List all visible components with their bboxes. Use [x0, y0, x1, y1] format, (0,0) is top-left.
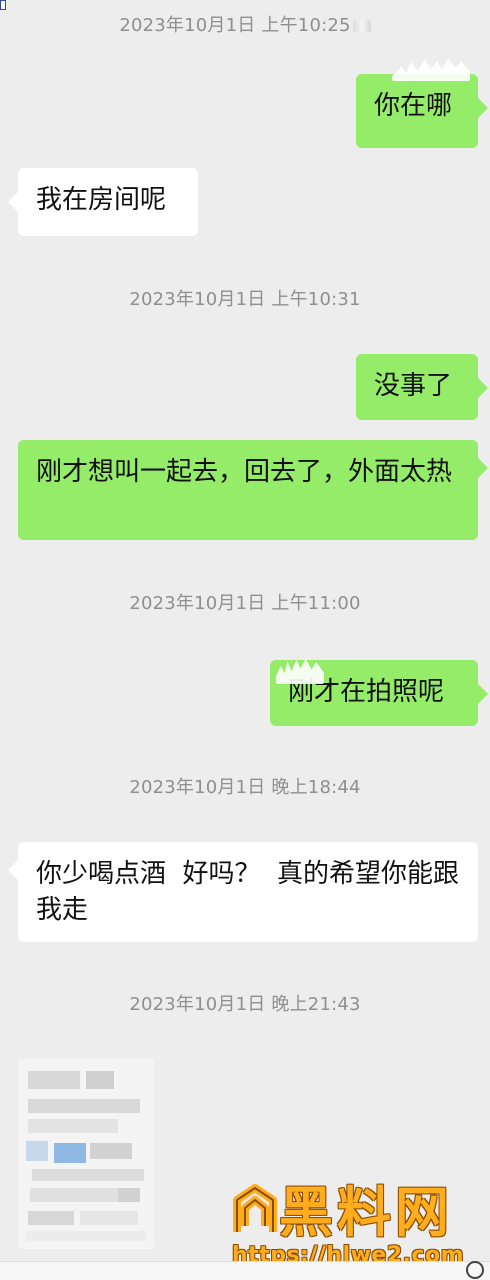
image-pixel-block	[32, 1169, 144, 1181]
corner-indicator	[0, 0, 6, 10]
torn-edge-overlay	[392, 58, 470, 81]
image-pixel-block	[28, 1099, 140, 1113]
timestamp-text-4: 2023年10月1日 晚上18:44	[129, 777, 361, 798]
image-pixel-block	[28, 1071, 80, 1089]
message-text-6: 你少喝点酒 好吗？ 真的希望你能跟我走	[36, 859, 460, 925]
bottom-bar	[0, 1261, 490, 1280]
image-pixel-block	[30, 1188, 118, 1202]
message-bubble-outgoing-2[interactable]: 没事了	[356, 354, 488, 420]
message-bubble-incoming-1[interactable]: 我在房间呢	[8, 168, 198, 236]
timestamp-text-2: 2023年10月1日 上午10:31	[129, 289, 361, 310]
message-text-1: 你在哪	[374, 91, 453, 121]
message-text-3: 没事了	[374, 371, 453, 401]
image-pixel-block	[118, 1188, 140, 1202]
timestamp-4: 2023年10月1日 晚上18:44	[0, 776, 490, 800]
timestamp-3: 2023年10月1日 上午11:00	[0, 592, 490, 616]
timestamp-text-5: 2023年10月1日 晚上21:43	[129, 994, 361, 1015]
timestamp-1: 2023年10月1日 上午10:25	[0, 14, 490, 38]
image-pixel-block	[28, 1119, 118, 1133]
image-message[interactable]	[18, 1059, 154, 1249]
message-bubble-incoming-2[interactable]: 你少喝点酒 好吗？ 真的希望你能跟我走	[8, 842, 478, 942]
chat-screen: 2023年10月1日 上午10:25 你在哪 我在房间呢 2023年10月1日 …	[0, 0, 490, 1280]
image-pixel-block	[80, 1211, 138, 1225]
circle-icon	[466, 1261, 484, 1279]
message-text-2: 我在房间呢	[36, 185, 167, 215]
timestamp-2: 2023年10月1日 上午10:31	[0, 288, 490, 312]
timestamp-5: 2023年10月1日 晚上21:43	[0, 993, 490, 1017]
timestamp-text-1: 2023年10月1日 上午10:25	[119, 15, 351, 36]
image-pixel-block	[26, 1231, 146, 1241]
image-pixel-block	[86, 1071, 114, 1089]
image-pixel-block	[54, 1143, 86, 1163]
timestamp-text-3: 2023年10月1日 上午11:00	[129, 593, 361, 614]
image-message-background	[18, 1059, 154, 1249]
message-text-4: 刚才想叫一起去，回去了，外面太热	[36, 457, 453, 487]
message-bubble-outgoing-3[interactable]: 刚才想叫一起去，回去了，外面太热	[18, 440, 488, 540]
image-pixel-block	[90, 1143, 132, 1159]
message-bubble-outgoing-1[interactable]: 你在哪	[356, 74, 488, 148]
timestamp-blur-mark	[352, 20, 371, 32]
image-pixel-block	[28, 1211, 74, 1225]
image-pixel-block	[26, 1141, 48, 1161]
watermark-title: 黑料网	[279, 1181, 453, 1244]
